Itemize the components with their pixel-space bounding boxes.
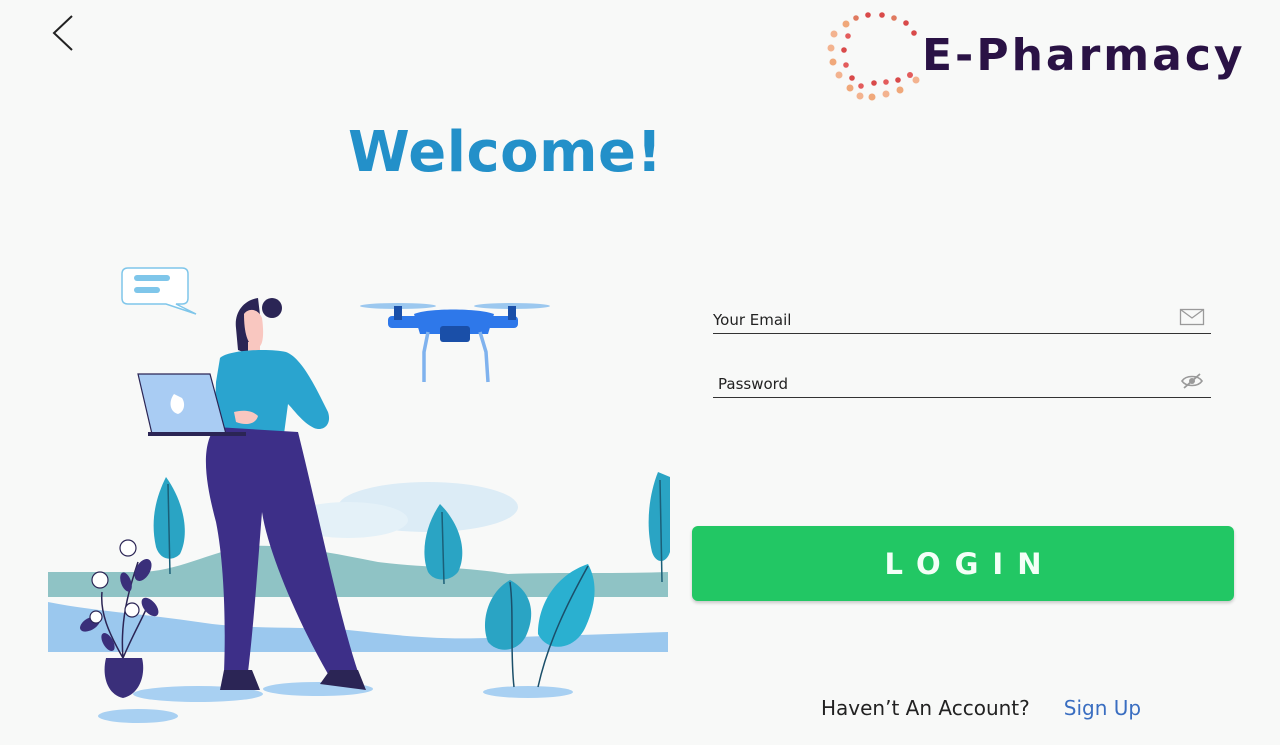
welcome-illustration [48, 267, 670, 723]
email-field[interactable] [713, 294, 1211, 334]
signup-link[interactable]: Sign Up [1064, 696, 1141, 720]
chevron-left-icon [52, 15, 73, 51]
page-title: Welcome! [348, 120, 663, 185]
logo-text: E-Pharmacy [922, 30, 1246, 81]
tree-right [648, 472, 670, 583]
app-logo: E-Pharmacy [826, 10, 1243, 105]
signup-question: Haven’t An Account? [821, 696, 1030, 720]
signup-row: Haven’t An Account? Sign Up [821, 696, 1141, 720]
back-button[interactable] [44, 10, 84, 56]
eye-off-icon[interactable] [1179, 371, 1205, 391]
password-field[interactable] [713, 358, 1211, 398]
speech-bubble [121, 267, 197, 315]
tree-left [153, 477, 185, 575]
drone [360, 303, 550, 383]
ground-shadow [483, 686, 573, 698]
mail-icon [1179, 308, 1205, 326]
email-input[interactable] [713, 311, 1153, 329]
login-button[interactable]: LOGIN [692, 526, 1234, 601]
password-input[interactable] [718, 375, 1158, 393]
logo-ring-icon [827, 12, 920, 101]
ground-shadow [98, 709, 178, 723]
